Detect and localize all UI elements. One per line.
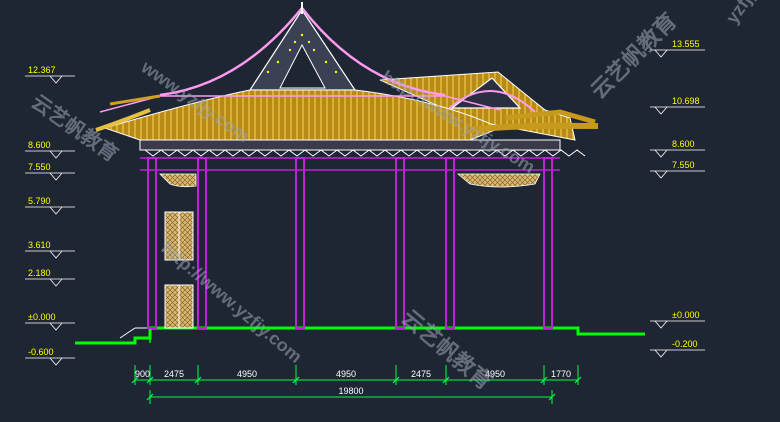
- level-label: 8.600: [672, 139, 695, 149]
- level-label: ±0.000: [672, 310, 699, 320]
- level-marker-left: 12.367: [25, 65, 75, 84]
- level-label: 10.698: [672, 96, 700, 106]
- level-marker-left: 7.550: [25, 162, 75, 181]
- level-marker-right: ±0.000: [650, 310, 705, 329]
- dimension-label: 4950: [237, 369, 257, 379]
- dimension-label: 4950: [336, 369, 356, 379]
- watermarks: www.yzfjy.com云艺帆教育 http://www.yzfjy.comyz…: [27, 0, 761, 395]
- dimension-lines: [131, 365, 582, 404]
- dimension-labels: 900 2475 4950 4950 2475 4950 177019800: [135, 369, 571, 396]
- levels-right: 13.555 10.698 8.600 7.550 ±0.000 -0.200: [650, 39, 705, 358]
- cad-drawing-area: 12.367 8.600 7.550 5.790 3.610 2.180 ±0.000 -0.…: [0, 0, 780, 417]
- dimension-label: 900: [135, 369, 150, 379]
- level-label: 8.600: [28, 140, 51, 150]
- level-label: 7.550: [672, 160, 695, 170]
- level-label: -0.200: [672, 339, 698, 349]
- level-marker-right: 10.698: [650, 96, 705, 115]
- level-marker-left: 5.790: [25, 196, 75, 215]
- level-marker-right: 7.550: [650, 160, 705, 179]
- level-label: 12.367: [28, 65, 56, 75]
- dimension-label: 2475: [164, 369, 184, 379]
- level-marker-left: 8.600: [25, 140, 75, 159]
- watermark-text: yzfjy: [722, 0, 761, 27]
- level-label: -0.600: [28, 347, 54, 357]
- dimension-label: 2475: [411, 369, 431, 379]
- level-marker-left: ±0.000: [25, 312, 75, 331]
- elevation-drawing: 12.367 8.600 7.550 5.790 3.610 2.180 ±0.000 -0.…: [25, 0, 761, 404]
- level-label: 13.555: [672, 39, 700, 49]
- level-marker-left: -0.600: [25, 347, 75, 366]
- level-marker-left: 2.180: [25, 268, 75, 287]
- watermark-text: 云艺帆教育: [586, 8, 681, 103]
- level-label: ±0.000: [28, 312, 55, 322]
- dimension-label: 1770: [551, 369, 571, 379]
- level-marker-left: 3.610: [25, 240, 75, 259]
- level-label: 7.550: [28, 162, 51, 172]
- level-label: 5.790: [28, 196, 51, 206]
- level-marker-right: -0.200: [650, 339, 705, 358]
- level-label: 2.180: [28, 268, 51, 278]
- level-marker-right: 8.600: [650, 139, 705, 158]
- dimension-total-label: 19800: [338, 386, 363, 396]
- ground-line: [75, 326, 645, 345]
- corner-ornaments: [159, 173, 541, 188]
- level-label: 3.610: [28, 240, 51, 250]
